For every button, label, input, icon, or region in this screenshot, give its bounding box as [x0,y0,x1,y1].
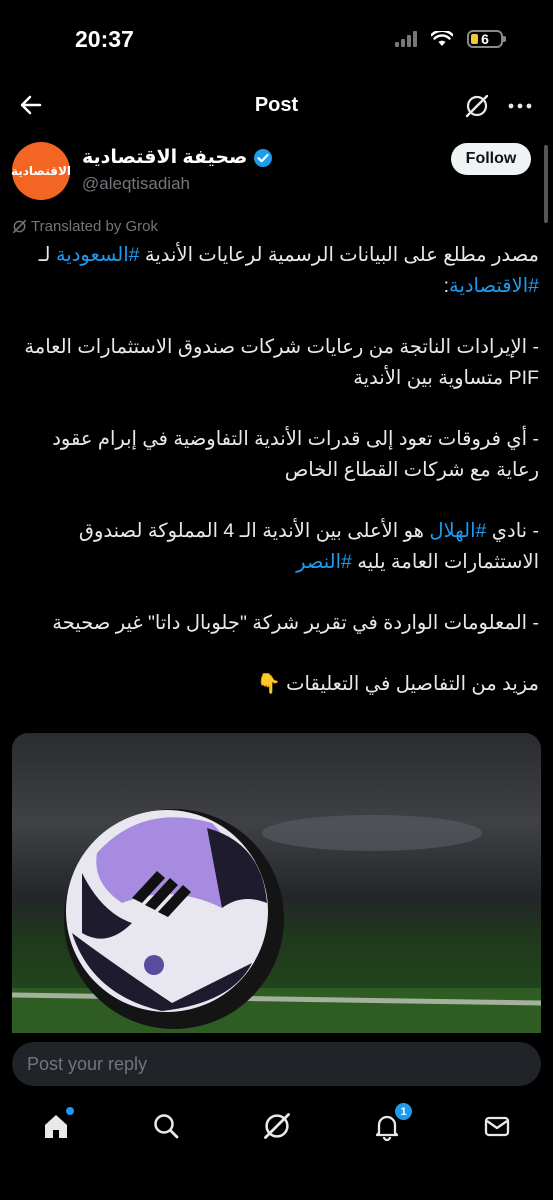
reply-input[interactable] [12,1042,522,1086]
text-span: مصدر مطلع على البيانات الرسمية لرعايات ا… [139,244,539,266]
nav-messages[interactable] [482,1111,512,1141]
author-name-row: صحيفة الاقتصادية [82,146,273,169]
status-time: 20:37 [75,26,134,52]
tweet-paragraph: مصدر مطلع على البيانات الرسمية لرعايات ا… [14,240,539,302]
translated-label[interactable]: Translated by Grok [12,218,158,235]
author-name[interactable]: صحيفة الاقتصادية [82,146,247,169]
grok-icon [264,1113,290,1139]
tweet-paragraph: - الإيرادات الناتجة من رعايات شركات صندو… [24,336,539,389]
tweet-paragraph: مزيد من التفاصيل في التعليقات 👇 [256,673,539,695]
battery-level: 6 [481,31,489,47]
hashtag-link[interactable]: #النصر [296,551,352,573]
text-span: - نادي [486,520,539,542]
battery-icon: 6 [467,30,506,48]
tweet-text: مصدر مطلع على البيانات الرسمية لرعايات ا… [14,240,539,730]
nav-home[interactable] [41,1107,74,1141]
top-bar: Post [0,80,553,132]
author-row: الاقتصادية صحيفة الاقتصادية @aleqtisadia… [0,140,553,210]
author-handle[interactable]: @aleqtisadiah [82,174,190,194]
notification-badge: 1 [395,1103,412,1120]
status-bar: 20:37 6 [0,0,553,80]
status-icons: 6 [395,30,506,48]
home-notification-dot [66,1107,74,1115]
nav-search[interactable] [151,1111,181,1141]
hashtag-link[interactable]: #الهلال [429,520,486,542]
follow-button[interactable]: Follow [451,143,531,175]
grok-small-icon [12,219,27,234]
search-icon [154,1114,179,1139]
verified-badge-icon [254,148,273,167]
more-icon[interactable] [507,93,533,119]
hashtag-link[interactable]: #السعودية [56,244,140,266]
mail-icon [484,1116,510,1137]
nav-notifications[interactable]: 1 [372,1103,412,1142]
text-span: لـ [38,244,56,266]
reply-box [12,1042,541,1086]
tweet-image[interactable] [12,733,541,1033]
grok-icon[interactable] [464,93,490,119]
bottom-nav: 1 [0,1100,553,1154]
tweet-paragraph: - أي فروقات تعود إلى قدرات الأندية التفا… [52,428,539,481]
nav-grok[interactable] [262,1111,292,1141]
tweet-paragraph: - نادي #الهلال هو الأعلى بين الأندية الـ… [14,516,539,578]
hashtag-link[interactable]: #الاقتصادية [449,275,539,297]
translated-text: Translated by Grok [31,218,158,235]
tweet-paragraph: - المعلومات الواردة في تقرير شركة "جلوبا… [52,612,539,634]
football-image [12,809,541,1033]
home-icon [45,1115,67,1138]
signal-icon [395,31,417,47]
avatar-text: الاقتصادية [10,164,72,178]
avatar[interactable]: الاقتصادية [10,142,72,200]
wifi-icon [431,31,453,46]
